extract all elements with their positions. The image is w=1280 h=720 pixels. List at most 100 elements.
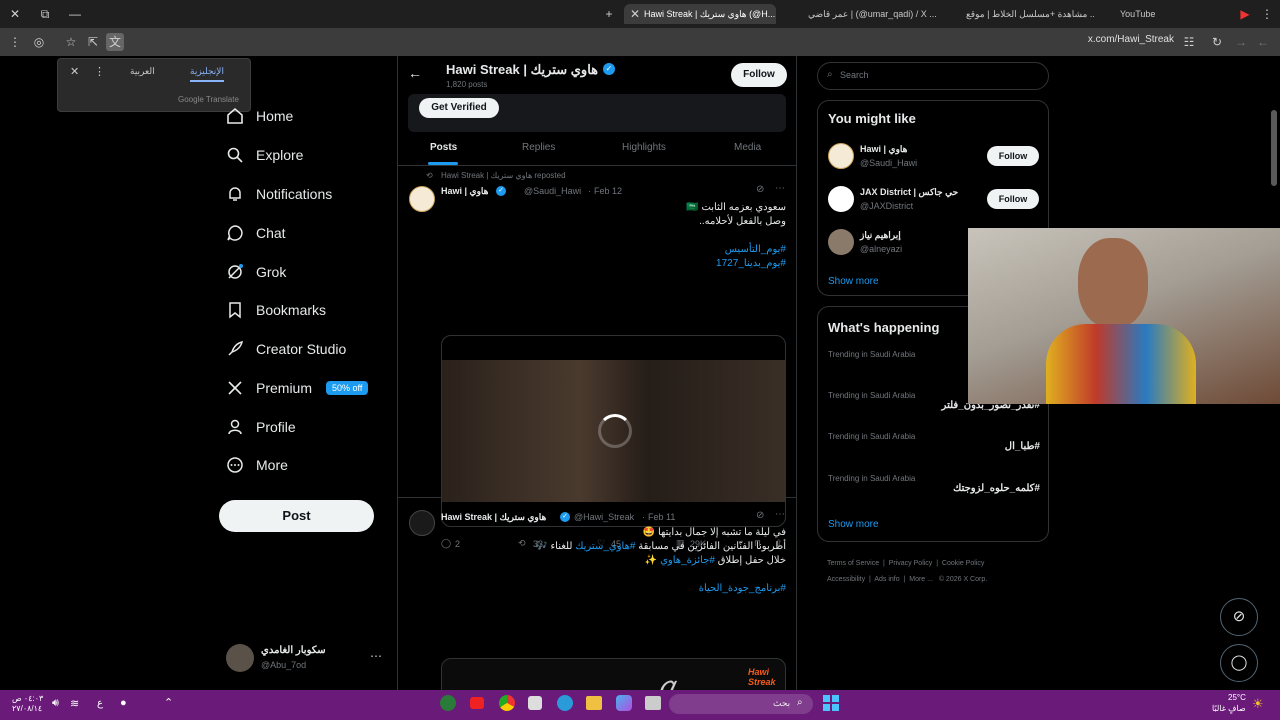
grok-icon[interactable]: ⊘ [756,510,764,521]
tab-hawi-streak[interactable]: Hawi Streak | هاوي ستريك (@H... [624,4,776,24]
new-tab-icon[interactable]: + [600,5,618,23]
follow-button[interactable]: Follow [987,189,1039,209]
video-player[interactable] [441,335,786,527]
tab-youtube[interactable]: YouTube [1102,4,1182,24]
nav-explore[interactable]: Explore [226,141,303,169]
page-scrollbar[interactable] [1271,110,1277,186]
trend-item[interactable]: Trending in Saudi Arabia #كلمه_حلوه_لزوج… [828,474,1040,494]
chat-floating-button[interactable]: ◯ [1220,644,1258,682]
footer-link[interactable]: Terms of Service [827,560,879,567]
back-icon[interactable]: ← [1254,33,1272,51]
nav-bookmarks[interactable]: Bookmarks [226,296,326,324]
suggested-user-name[interactable]: Hawi | هاوي [860,144,907,155]
close-window-icon[interactable]: ✕ [6,5,24,23]
menu-icon[interactable]: ⋮ [6,33,24,51]
wifi-icon[interactable]: ≋ [70,697,79,710]
more-horizontal-icon[interactable]: ⋯ [775,509,785,520]
follow-button[interactable]: Follow [731,63,787,87]
tweet-date[interactable]: Feb 12 [594,186,622,196]
chevron-up-icon[interactable]: ⌃ [164,696,173,709]
hashtag-link[interactable]: #يوم_بدينا_1727 [441,257,786,271]
minimize-icon[interactable]: — [66,5,84,23]
get-verified-button[interactable]: Get Verified [419,98,499,118]
tweet-author[interactable]: Hawi | هاوي [441,186,488,197]
clock-time[interactable]: ٠٤:٠٣ ص [12,693,43,704]
hashtag-link[interactable]: #هاوي_ستريك [575,541,635,552]
avatar[interactable] [828,229,854,255]
tune-icon[interactable]: ☷ [1180,33,1198,51]
hashtag-link[interactable]: #برنامج_جودة_الحياة [441,582,786,596]
translate-icon[interactable]: 文 [106,33,124,51]
hashtag-link[interactable]: #يوم_التأسيس [441,243,786,257]
share-icon[interactable]: ⇱ [84,33,102,51]
avatar[interactable] [828,186,854,212]
footer-link[interactable]: Cookie Policy [942,560,984,567]
windows-start-icon[interactable] [823,695,839,711]
close-icon[interactable]: ✕ [70,65,79,78]
grok-floating-button[interactable]: ⊘ [1220,598,1258,636]
tab-media[interactable]: Media [734,142,761,153]
suggested-user-name[interactable]: إبراهيم نياز [860,230,901,241]
tweet[interactable]: ⟲ Hawi Streak | هاوي ستريك reposted Hawi… [398,168,796,549]
tab-highlights[interactable]: Highlights [622,142,666,153]
volume-icon[interactable]: 🔊︎ [52,697,59,710]
grok-icon[interactable]: ⊘ [756,184,764,195]
avatar[interactable] [409,510,435,536]
forward-icon[interactable]: → [1232,33,1250,51]
tweet-date[interactable]: Feb 11 [648,512,675,522]
follow-button[interactable]: Follow [987,146,1039,166]
nav-chat[interactable]: Chat [226,219,286,247]
edge-icon[interactable] [557,695,573,711]
clock-date[interactable]: ٢٧/٠٨/١٤ [12,704,42,713]
tab-close-icon[interactable]: ✕ [626,5,644,23]
copilot-icon[interactable] [616,695,632,711]
media-image[interactable]: Hawi Streak ℊ [441,658,786,690]
account-switcher[interactable]: سكوبار الغامدي @Abu_7od ⋯ [226,644,386,674]
task-view-icon[interactable] [645,696,661,710]
hashtag-link[interactable]: #جائزة_هاوي [660,555,715,566]
tab-posts[interactable]: Posts [430,142,457,153]
post-button[interactable]: Post [219,500,374,532]
lang-arabic-tab[interactable]: العربية [130,66,155,77]
search-box[interactable]: ⌕ Search [817,62,1049,90]
window-menu-icon[interactable]: ⋮ [1258,5,1276,23]
tab-umar-qadi[interactable]: عمر قاضي | (@umar_qadi) / X ... [786,4,936,24]
nav-profile[interactable]: Profile [226,413,296,441]
microphone-icon[interactable]: ● [120,697,127,709]
taskbar-search-box[interactable]: بحث ⌕ [669,694,813,714]
youtube-app-icon[interactable] [470,697,484,709]
footer-link[interactable]: Privacy Policy [889,560,933,567]
show-more-link[interactable]: Show more [828,276,879,287]
weather-temp[interactable]: 25°C [1228,693,1246,702]
more-horizontal-icon[interactable]: ⋯ [370,649,382,663]
profile-icon[interactable]: ◎ [30,33,48,51]
footer-link[interactable]: Ads info [874,576,899,583]
footer-link[interactable]: More ... [909,576,933,583]
tweet-author[interactable]: Hawi Streak | هاوي ستريك [441,512,546,523]
nav-notifications[interactable]: Notifications [226,180,332,208]
nav-more[interactable]: More [226,451,288,479]
back-arrow-icon[interactable]: ← [408,65,422,81]
avatar[interactable] [409,186,435,212]
tweet-handle[interactable]: @Hawi_Streak [574,512,634,522]
file-explorer-icon[interactable] [586,696,602,710]
star-icon[interactable]: ☆ [62,33,80,51]
nav-home[interactable]: Home [226,102,293,130]
taskbar-search-input[interactable]: بحث [773,698,790,709]
more-options-icon[interactable]: ⋮ [94,65,105,78]
tweet-handle[interactable]: @Saudi_Hawi [524,186,581,196]
store-icon[interactable] [528,696,542,710]
lang-english-tab[interactable]: الإنجليزية [190,66,224,82]
nav-grok[interactable]: Grok [226,258,286,286]
url-bar[interactable]: x.com/Hawi_Streak [1064,34,1174,45]
tab-search-icon[interactable]: ⧉ [36,5,54,23]
app-icon[interactable] [440,695,456,711]
tweet[interactable]: Hawi Streak | هاوي ستريك ✓ @Hawi_Streak … [398,500,796,690]
tab-series[interactable]: مشاهدة +مسلسل الخلاط | موقع ... [944,4,1094,24]
more-horizontal-icon[interactable]: ⋯ [775,183,785,194]
input-language[interactable]: ع [97,698,103,709]
trend-item[interactable]: Trending in Saudi Arabia #طبا_ال [828,432,1040,452]
chrome-icon[interactable] [499,695,515,711]
footer-link[interactable]: Accessibility [827,576,865,583]
search-input[interactable]: Search [840,70,869,80]
